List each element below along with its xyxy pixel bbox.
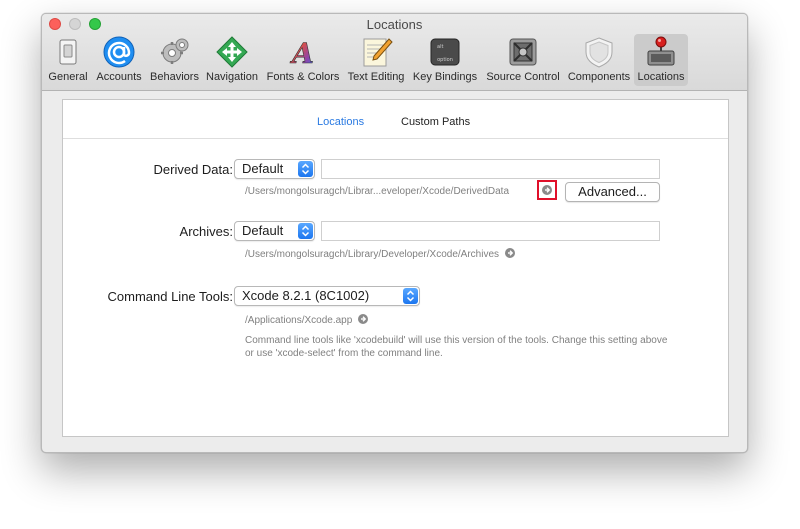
derived-data-label: Derived Data: xyxy=(153,162,233,177)
toolbar-item-navigation[interactable]: Navigation xyxy=(204,34,260,86)
toolbar-item-components[interactable]: Components xyxy=(566,34,632,86)
text-editing-icon xyxy=(359,35,393,69)
derived-data-reveal-button[interactable] xyxy=(537,180,557,200)
locations-panel: Locations Custom Paths Derived Data: Def… xyxy=(62,99,729,437)
command-line-tools-label: Command Line Tools: xyxy=(107,289,234,304)
tab-divider xyxy=(63,138,728,139)
derived-data-custom-field[interactable] xyxy=(321,159,660,179)
toolbar-item-behaviors[interactable]: Behaviors xyxy=(147,34,202,86)
toolbar-item-source-control[interactable]: Source Control xyxy=(482,34,564,86)
source-control-vault-icon xyxy=(506,35,540,69)
toolbar-item-text-editing[interactable]: Text Editing xyxy=(344,34,408,86)
arrow-circle-right-icon[interactable] xyxy=(504,248,515,258)
archives-label: Archives: xyxy=(179,224,233,239)
preferences-window: Locations General Accounts Behaviors Nav… xyxy=(41,13,748,453)
navigation-arrows-icon xyxy=(215,35,249,69)
svg-text:option: option xyxy=(437,57,453,63)
toolbar: Locations General Accounts Behaviors Nav… xyxy=(42,14,747,91)
toolbar-item-fonts-colors[interactable]: A Fonts & Colors xyxy=(264,34,342,86)
gears-icon xyxy=(158,35,192,69)
components-shield-icon xyxy=(582,35,616,69)
option-key-icon: alt option xyxy=(428,35,462,69)
toolbar-item-locations[interactable]: Locations xyxy=(634,34,688,86)
command-line-tools-note: Command line tools like 'xcodebuild' wil… xyxy=(245,335,668,359)
at-sign-icon xyxy=(102,35,136,69)
command-line-tools-path: /Applications/Xcode.app xyxy=(245,314,369,326)
locations-drive-icon xyxy=(644,35,678,69)
fonts-colors-icon: A xyxy=(286,35,320,71)
derived-data-popup[interactable]: Default xyxy=(234,159,315,179)
svg-text:alt: alt xyxy=(437,44,443,50)
archives-custom-field[interactable] xyxy=(321,221,660,241)
arrow-circle-right-icon[interactable] xyxy=(358,314,369,324)
popup-stepper-icon xyxy=(298,223,313,239)
tab-locations[interactable]: Locations xyxy=(317,116,364,128)
general-switch-icon xyxy=(51,35,85,69)
archives-path: /Users/mongolsuragch/Library/Developer/X… xyxy=(245,248,515,260)
toolbar-item-key-bindings[interactable]: alt option Key Bindings xyxy=(410,34,480,86)
tab-custom-paths[interactable]: Custom Paths xyxy=(401,116,470,128)
derived-data-path: /Users/mongolsuragch/Librar...eveloper/X… xyxy=(245,186,510,197)
toolbar-item-accounts[interactable]: Accounts xyxy=(93,34,145,86)
popup-stepper-icon xyxy=(403,288,418,304)
svg-text:A: A xyxy=(289,37,314,69)
advanced-button[interactable]: Advanced... xyxy=(565,182,660,202)
archives-popup[interactable]: Default xyxy=(234,221,315,241)
command-line-tools-popup[interactable]: Xcode 8.2.1 (8C1002) xyxy=(234,286,420,306)
popup-stepper-icon xyxy=(298,161,313,177)
window-title: Locations xyxy=(366,17,423,32)
toolbar-item-general[interactable]: General xyxy=(46,34,90,86)
arrow-circle-right-icon xyxy=(542,185,552,195)
